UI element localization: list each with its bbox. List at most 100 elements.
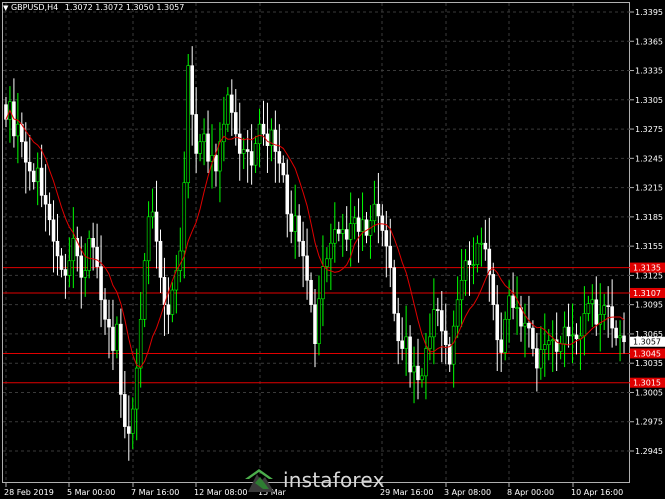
- candle-body: [130, 408, 135, 434]
- price-chart[interactable]: 1.3395 1.3365 1.3335 1.3305 1.3275 1.3245 1.32…: [0, 0, 665, 499]
- candle-body: [142, 260, 147, 320]
- y-tick-label: 1.3035: [635, 359, 663, 368]
- candle-body: [558, 343, 563, 352]
- candle-body: [166, 304, 171, 315]
- candle-body: [531, 327, 535, 349]
- candle-body: [348, 223, 353, 240]
- candle-body: [51, 219, 56, 242]
- candle-body: [527, 322, 531, 329]
- x-tick-label: 3 Apr 08:00: [444, 488, 491, 497]
- candle-body: [79, 255, 84, 278]
- y-tick-label: 1.3005: [635, 388, 663, 397]
- candle-body: [325, 258, 329, 267]
- candle-body: [344, 229, 349, 240]
- candle-body: [539, 349, 543, 369]
- candle-body: [443, 330, 448, 345]
- ohlc-values: 1.3072 1.3072 1.3050 1.3057: [64, 3, 185, 12]
- candle-body: [463, 260, 468, 281]
- price-level-label: 1.3135: [633, 264, 661, 273]
- candle-body: [59, 255, 64, 270]
- candle-body: [606, 305, 610, 307]
- candle-body: [523, 322, 527, 327]
- candle-body: [214, 155, 218, 172]
- candle-body: [396, 313, 400, 342]
- current-price-label: 1.3057: [633, 338, 661, 347]
- candle-body: [198, 141, 202, 154]
- chevron-down-icon[interactable]: ▼: [3, 4, 8, 12]
- candle-body: [432, 309, 436, 338]
- candle-body: [24, 141, 28, 163]
- candle-body: [475, 242, 480, 265]
- candle-body: [230, 94, 234, 113]
- candle-body: [459, 279, 464, 301]
- candle-body: [289, 213, 294, 232]
- chart-header: ▼ GBPUSD,H4 1.3072 1.3072 1.3050 1.3057: [3, 3, 184, 12]
- candle-body: [451, 325, 456, 365]
- candle-body: [408, 336, 412, 373]
- candle-body: [372, 203, 377, 222]
- candle-body: [123, 394, 127, 427]
- instaforex-logo-icon: [245, 469, 274, 492]
- candle-body: [622, 335, 626, 343]
- candle-body: [146, 216, 151, 262]
- candle-body: [364, 219, 369, 236]
- candle-body: [16, 123, 20, 137]
- y-tick-label: 1.3275: [635, 125, 663, 134]
- candle-body: [127, 426, 131, 434]
- candle-body: [281, 162, 286, 176]
- candle-body: [245, 149, 250, 152]
- candle-body: [95, 246, 99, 267]
- candle-body: [107, 318, 111, 328]
- candle-body: [190, 65, 194, 115]
- candle-body: [392, 267, 397, 314]
- candle-body: [614, 327, 618, 339]
- y-tick-label: 1.3155: [635, 242, 663, 251]
- candle-body: [273, 129, 278, 152]
- candle-body: [261, 123, 266, 135]
- y-tick-label: 1.3305: [635, 96, 663, 105]
- candle-body: [352, 217, 357, 224]
- candle-body: [376, 203, 381, 217]
- candle-body: [388, 245, 393, 268]
- candle-body: [515, 307, 519, 309]
- candle-body: [336, 229, 341, 234]
- candle-body: [194, 114, 198, 154]
- candle-body: [111, 326, 115, 351]
- candle-body: [420, 375, 424, 381]
- y-tick-label: 1.3365: [635, 37, 663, 46]
- candle-body: [285, 174, 290, 215]
- candle-body: [562, 326, 567, 344]
- candle-body: [416, 365, 420, 381]
- candle-body: [202, 133, 206, 143]
- x-tick-label: 12 Mar 08:00: [194, 488, 247, 497]
- candle-body: [293, 215, 297, 232]
- candle-body: [27, 161, 32, 172]
- candle-body: [297, 215, 301, 242]
- candle-body: [277, 151, 282, 164]
- candle-body: [317, 298, 321, 344]
- candle-body: [91, 238, 95, 248]
- candle-body: [178, 250, 183, 271]
- candle-body: [404, 336, 408, 349]
- candle-body: [333, 229, 337, 244]
- candle-body: [467, 260, 472, 265]
- candle-body: [582, 313, 587, 337]
- candle-body: [67, 260, 72, 276]
- x-tick-label: 5 Mar 00:00: [67, 488, 115, 497]
- candle-body: [134, 367, 139, 410]
- y-tick-label: 1.3185: [635, 213, 663, 222]
- y-tick-label: 1.3095: [635, 301, 663, 310]
- candle-body: [570, 334, 575, 337]
- candle-body: [511, 295, 515, 308]
- x-tick-label: 8 Apr 00:00: [507, 488, 554, 497]
- candle-body: [313, 304, 317, 344]
- candle-body: [249, 151, 254, 166]
- candle-body: [321, 266, 325, 300]
- candle-body: [115, 323, 119, 351]
- candle-body: [253, 143, 258, 166]
- y-tick-label: 1.3335: [635, 67, 663, 76]
- candle-body: [87, 238, 91, 271]
- candle-body: [543, 344, 547, 350]
- candle-body: [222, 123, 226, 143]
- candle-body: [329, 242, 333, 260]
